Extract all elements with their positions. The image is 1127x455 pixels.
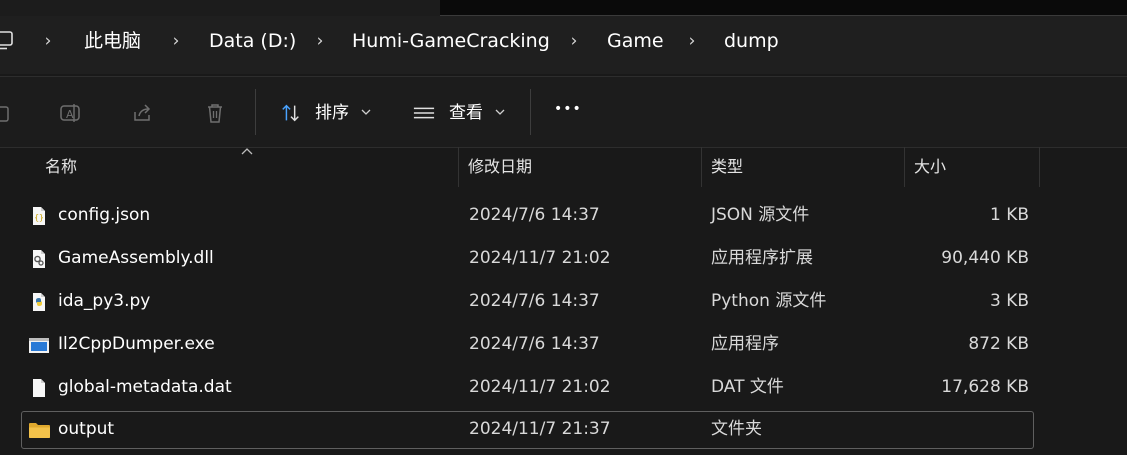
this-pc-icon[interactable] (0, 29, 14, 51)
file-type: 应用程序扩展 (711, 248, 813, 268)
file-name: GameAssembly.dll (58, 248, 214, 268)
file-name: global-metadata.dat (58, 377, 232, 397)
file-row-global-metadata-dat[interactable]: global-metadata.dat 2024/11/7 21:02 DAT … (21, 369, 1034, 407)
chevron-down-icon (361, 109, 371, 115)
file-size: 17,628 KB (941, 377, 1029, 397)
toolbar-divider (530, 89, 531, 135)
breadcrumb-separator-icon[interactable]: › (312, 30, 328, 52)
breadcrumb-humi-gamecracking[interactable]: Humi-GameCracking (352, 28, 550, 54)
breadcrumb-this-pc[interactable]: 此电脑 (84, 28, 141, 54)
breadcrumb-separator-icon[interactable]: › (168, 30, 184, 52)
file-row-output-folder[interactable]: output 2024/11/7 21:37 文件夹 (21, 411, 1034, 449)
file-type: DAT 文件 (711, 377, 784, 397)
chevron-down-icon (495, 109, 505, 115)
file-type: 文件夹 (711, 419, 762, 439)
svg-text:{}: {} (34, 213, 44, 222)
file-type: Python 源文件 (711, 291, 827, 311)
breadcrumb-separator-icon[interactable]: › (684, 30, 700, 52)
svg-text:A: A (66, 108, 74, 121)
breadcrumb-separator-icon[interactable]: › (40, 30, 56, 52)
rename-icon[interactable]: A (59, 102, 81, 124)
breadcrumb-data-drive[interactable]: Data (D:) (209, 28, 296, 54)
file-name: config.json (58, 205, 151, 225)
column-divider[interactable] (701, 147, 702, 187)
dll-file-icon (33, 250, 45, 268)
generic-file-icon (33, 379, 45, 397)
file-size: 872 KB (968, 334, 1029, 354)
exe-file-icon (29, 338, 49, 353)
title-strip (0, 0, 1127, 16)
sort-label: 排序 (315, 103, 349, 123)
view-label: 查看 (449, 103, 483, 123)
file-row-il2cppdumper-exe[interactable]: Il2CppDumper.exe 2024/7/6 14:37 应用程序 872… (21, 326, 1034, 364)
column-divider[interactable] (458, 147, 459, 187)
file-date: 2024/7/6 14:37 (469, 205, 600, 225)
command-bar: A 排序 查看 ••• (0, 76, 1127, 148)
folder-icon (29, 423, 50, 438)
file-type: JSON 源文件 (711, 205, 810, 225)
file-date: 2024/7/6 14:37 (469, 291, 600, 311)
file-size: 1 KB (989, 205, 1029, 225)
tab-edge (440, 0, 1127, 16)
file-row-config-json[interactable]: {} config.json 2024/7/6 14:37 JSON 源文件 1… (21, 197, 1034, 235)
file-date: 2024/11/7 21:02 (469, 248, 611, 268)
json-file-icon: {} (33, 207, 45, 225)
breadcrumb-dump[interactable]: dump (724, 28, 779, 54)
column-divider[interactable] (1039, 147, 1040, 187)
file-size: 90,440 KB (941, 248, 1029, 268)
file-size: 3 KB (989, 291, 1029, 311)
breadcrumb-separator-icon[interactable]: › (566, 30, 582, 52)
copy-icon[interactable] (0, 102, 14, 124)
file-type: 应用程序 (711, 334, 779, 354)
file-name: output (58, 419, 115, 439)
file-date: 2024/11/7 21:02 (469, 377, 611, 397)
file-row-gameassembly-dll[interactable]: GameAssembly.dll 2024/11/7 21:02 应用程序扩展 … (21, 240, 1034, 278)
file-name: ida_py3.py (58, 291, 151, 311)
column-header-size[interactable]: 大小 (914, 156, 946, 178)
breadcrumb-game[interactable]: Game (607, 28, 664, 54)
file-name: Il2CppDumper.exe (58, 334, 215, 354)
file-date: 2024/11/7 21:37 (469, 419, 611, 439)
toolbar-divider (255, 89, 256, 135)
delete-icon[interactable] (204, 102, 226, 124)
column-divider[interactable] (904, 147, 905, 187)
column-header-date[interactable]: 修改日期 (468, 156, 532, 178)
sort-ascending-icon (241, 148, 253, 155)
column-header-type[interactable]: 类型 (711, 156, 743, 178)
column-header-row: 名称 修改日期 类型 大小 (0, 147, 1127, 187)
address-bar[interactable]: › 此电脑 › Data (D:) › Humi-GameCracking › … (0, 16, 1127, 74)
file-date: 2024/7/6 14:37 (469, 334, 600, 354)
sort-icon (282, 104, 299, 122)
view-icon (413, 107, 435, 119)
python-file-icon (33, 293, 45, 311)
file-row-ida-py3-py[interactable]: ida_py3.py 2024/7/6 14:37 Python 源文件 3 K… (21, 283, 1034, 321)
column-header-name[interactable]: 名称 (45, 156, 77, 178)
share-icon[interactable] (131, 102, 153, 124)
more-options-button[interactable]: ••• (554, 97, 582, 121)
